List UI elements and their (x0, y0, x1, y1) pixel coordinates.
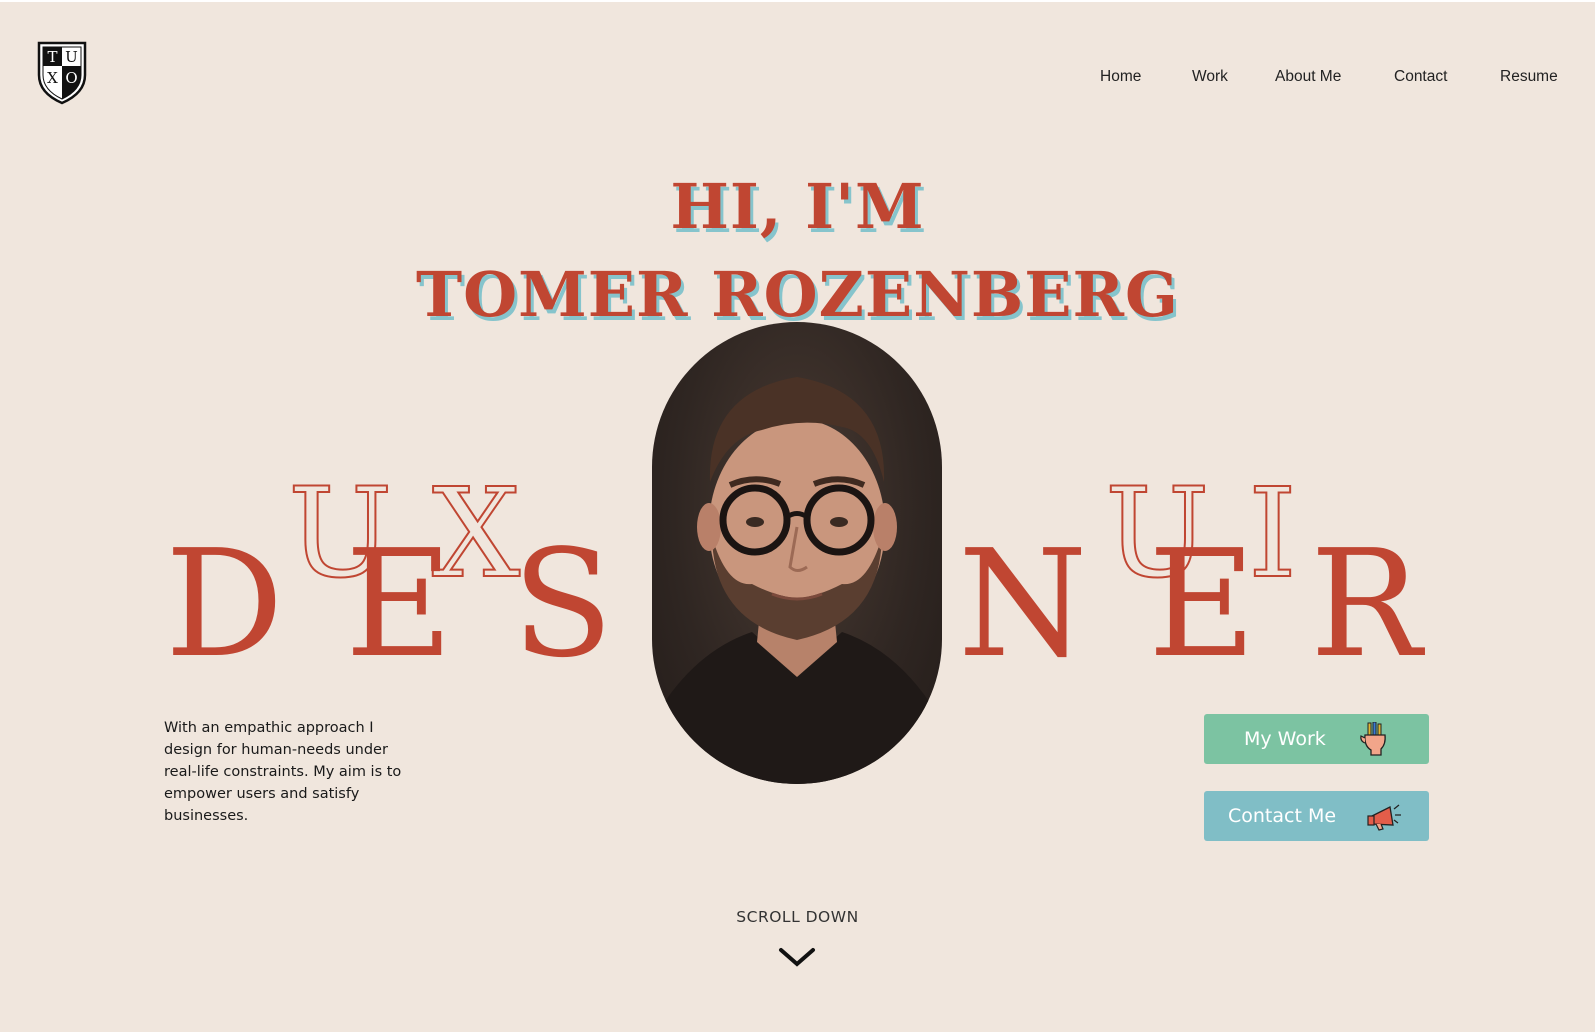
designer-letter-e1: E (345, 518, 454, 690)
designer-letter-e2: E (1148, 518, 1257, 690)
nav-about-me[interactable]: About Me (1275, 68, 1341, 86)
contact-me-label: Contact Me (1228, 805, 1337, 827)
page: T U X O Home Work About Me Contact Resum… (0, 2, 1595, 1032)
logo-letter-t: T (47, 48, 57, 66)
hero-name: TOMER ROZENBERG (416, 258, 1179, 331)
intro-description: With an empathic approach I design for h… (164, 720, 402, 824)
scroll-down-label: SCROLL DOWN (736, 908, 859, 926)
logo-letter-u: U (65, 48, 78, 66)
my-work-label: My Work (1244, 728, 1326, 750)
designer-letter-d: D (165, 518, 284, 690)
main-nav: Home Work About Me Contact Resume (0, 68, 1595, 92)
my-work-button[interactable]: My Work (1204, 714, 1429, 764)
nav-work[interactable]: Work (1192, 68, 1228, 86)
designer-letter-s: S (512, 518, 614, 690)
contact-me-button[interactable]: Contact Me (1204, 791, 1429, 841)
hand-pencils-icon (1359, 721, 1391, 761)
nav-resume[interactable]: Resume (1500, 68, 1558, 86)
designer-letter-r: R (1310, 518, 1422, 690)
portrait-photo (652, 322, 942, 784)
designer-letter-n: N (958, 518, 1088, 690)
nav-home[interactable]: Home (1100, 68, 1141, 86)
hero-greeting: HI, I'M (670, 170, 925, 243)
nav-contact[interactable]: Contact (1394, 68, 1447, 86)
megaphone-icon (1366, 799, 1402, 838)
chevron-down-icon[interactable] (778, 946, 816, 970)
